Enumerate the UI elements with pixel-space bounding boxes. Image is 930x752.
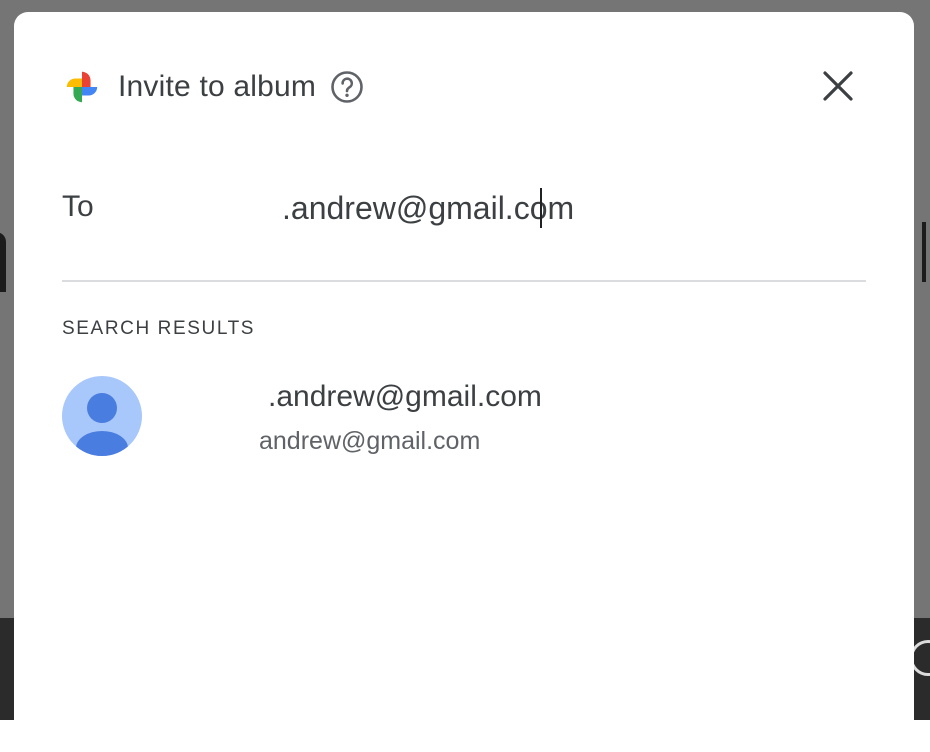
background-content-left: [0, 232, 6, 292]
to-label: To: [62, 190, 94, 223]
search-result-item[interactable]: .andrew@gmail.com andrew@gmail.com: [62, 376, 866, 460]
result-email: andrew@gmail.com: [259, 427, 481, 455]
search-results-heading: SEARCH RESULTS: [62, 318, 256, 339]
result-name: .andrew@gmail.com: [268, 380, 542, 413]
dialog-header: Invite to album: [62, 67, 364, 107]
close-icon: [822, 70, 854, 107]
text-cursor: [540, 188, 542, 228]
divider: [62, 280, 866, 282]
person-avatar-icon: [62, 376, 142, 456]
google-photos-pinwheel-icon: [62, 67, 102, 107]
background-content-right: [922, 222, 930, 282]
recipient-row: To: [62, 186, 866, 230]
invite-dialog: Invite to album To SEARCH RESULTS: [14, 12, 914, 752]
help-circle-icon[interactable]: [330, 70, 364, 104]
dialog-title: Invite to album: [118, 70, 317, 103]
close-button[interactable]: [818, 68, 858, 108]
